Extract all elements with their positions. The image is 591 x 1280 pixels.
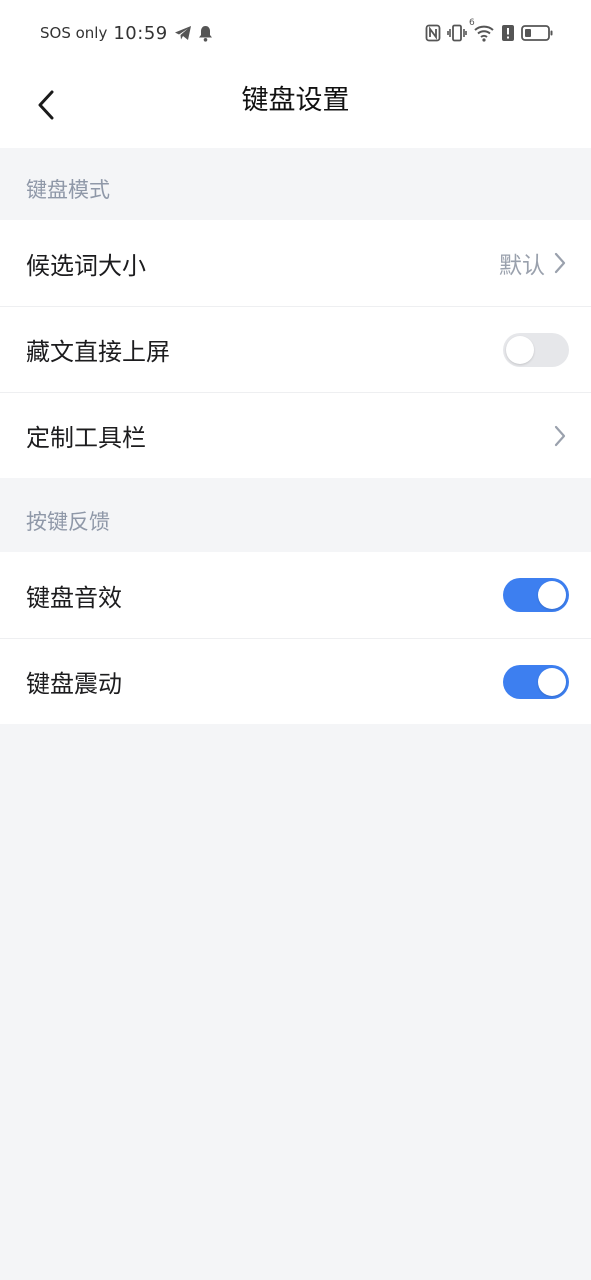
setting-row-keyboard-sound: 键盘音效 — [0, 552, 591, 638]
keyboard-vibration-toggle[interactable] — [503, 664, 569, 699]
toggle-knob — [506, 335, 534, 364]
section-label-key-feedback: 按键反馈 — [26, 510, 110, 534]
carrier-text: SOS only — [40, 24, 108, 42]
keyboard-sound-toggle[interactable] — [503, 578, 569, 612]
status-bar: SOS only 10:59 6 — [0, 0, 591, 66]
setting-label: 定制工具栏 — [26, 424, 146, 452]
telegram-icon — [174, 25, 192, 41]
toggle-knob — [538, 581, 566, 609]
setting-label: 候选词大小 — [26, 251, 146, 280]
setting-row-tibetan-direct-commit: 藏文直接上屏 — [0, 306, 591, 392]
setting-row-candidate-size[interactable]: 候选词大小 默认 — [0, 220, 591, 306]
app-header: 键盘设置 — [0, 66, 591, 148]
network-type-label: 6 — [469, 18, 475, 28]
clock: 10:59 — [113, 22, 168, 44]
tibetan-direct-commit-toggle[interactable] — [503, 332, 569, 367]
setting-row-custom-toolbar[interactable]: 定制工具栏 — [0, 392, 591, 478]
settings-group-key-feedback: 键盘音效 键盘震动 — [0, 552, 591, 724]
chevron-right-icon — [551, 250, 569, 276]
section-label-keyboard-mode: 键盘模式 — [26, 178, 110, 202]
setting-label: 键盘震动 — [26, 670, 122, 698]
bell-icon — [198, 25, 213, 42]
chevron-right-icon — [551, 423, 569, 449]
battery-icon — [521, 24, 553, 42]
nfc-icon — [425, 24, 441, 42]
alert-icon — [501, 24, 515, 42]
wifi-icon: 6 — [469, 18, 495, 42]
toggle-knob — [538, 667, 566, 696]
vibrate-icon — [447, 24, 467, 42]
setting-label: 藏文直接上屏 — [26, 338, 170, 366]
status-left: SOS only 10:59 — [40, 23, 213, 44]
setting-row-keyboard-vibration: 键盘震动 — [0, 638, 591, 724]
setting-label: 键盘音效 — [26, 583, 122, 612]
settings-group-keyboard-mode: 候选词大小 默认 藏文直接上屏 定制工具栏 — [0, 220, 591, 478]
page-title: 键盘设置 — [241, 85, 350, 116]
setting-value: 默认 — [499, 253, 545, 279]
status-right: 6 — [425, 18, 553, 42]
